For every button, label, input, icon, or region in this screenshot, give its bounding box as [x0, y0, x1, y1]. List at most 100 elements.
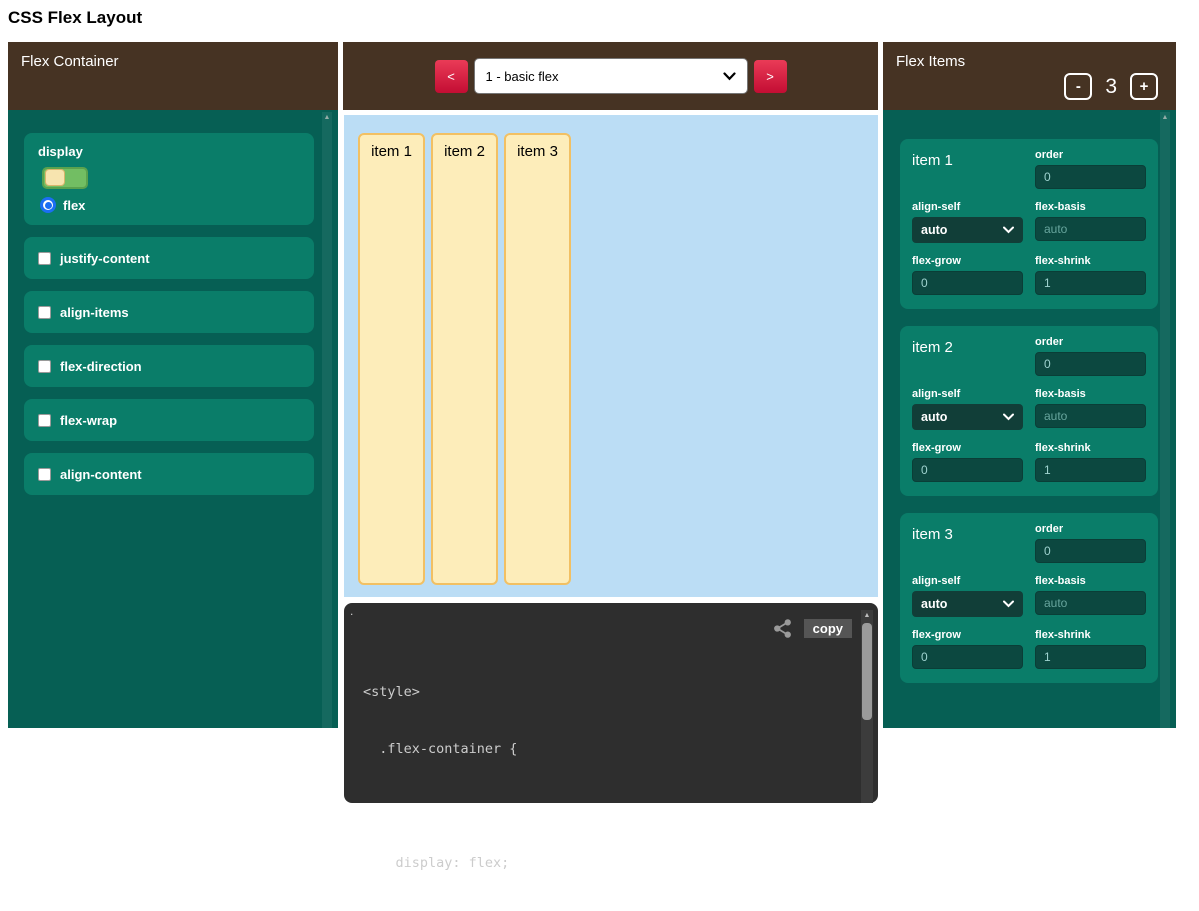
- order-input[interactable]: [1035, 352, 1146, 376]
- example-select[interactable]: 1 - basic flex: [474, 58, 748, 94]
- scroll-up-arrow-icon[interactable]: ▲: [861, 610, 873, 621]
- order-label: order: [1035, 336, 1146, 348]
- item-name: item 2: [912, 336, 1023, 376]
- align-self-select[interactable]: auto: [912, 217, 1023, 243]
- order-input[interactable]: [1035, 165, 1146, 189]
- flex-preview-item-1: item 1: [358, 133, 425, 585]
- display-label: display: [38, 144, 300, 159]
- flex-preview-container: item 1 item 2 item 3: [344, 115, 878, 597]
- property-label: justify-content: [60, 251, 150, 266]
- flex-grow-input[interactable]: [912, 458, 1023, 482]
- flex-grow-label: flex-grow: [912, 629, 1023, 641]
- order-label: order: [1035, 523, 1146, 535]
- align-self-value: auto: [921, 410, 947, 424]
- next-example-button[interactable]: >: [754, 60, 787, 93]
- property-card-align-items[interactable]: align-items: [24, 291, 314, 333]
- right-panel-scrollbar[interactable]: ▲: [1160, 112, 1170, 728]
- flex-items-panel-header: Flex Items - 3 +: [883, 42, 1176, 110]
- flex-items-panel: Flex Items - 3 + item 1 order align-self…: [883, 42, 1176, 728]
- flex-basis-input[interactable]: [1035, 217, 1146, 241]
- property-card-align-content[interactable]: align-content: [24, 453, 314, 495]
- radio-icon: [40, 197, 56, 213]
- align-self-select[interactable]: auto: [912, 404, 1023, 430]
- flex-shrink-label: flex-shrink: [1035, 629, 1146, 641]
- order-input[interactable]: [1035, 539, 1146, 563]
- flex-shrink-label: flex-shrink: [1035, 255, 1146, 267]
- code-line: <style>: [363, 683, 517, 702]
- checkbox-icon[interactable]: [38, 468, 51, 481]
- flex-shrink-label: flex-shrink: [1035, 442, 1146, 454]
- property-card-justify-content[interactable]: justify-content: [24, 237, 314, 279]
- display-card: display flex: [24, 133, 314, 225]
- code-line: display: flex;: [363, 854, 517, 873]
- scroll-up-arrow-icon[interactable]: ▲: [1160, 112, 1170, 123]
- item-count-controls: - 3 +: [896, 73, 1158, 100]
- flex-container-panel: Flex Container display flex justify-cont…: [8, 42, 338, 728]
- share-icon[interactable]: [772, 618, 793, 639]
- align-self-value: auto: [921, 597, 947, 611]
- chevron-down-icon: [1003, 413, 1014, 421]
- item-card-2: item 2 order align-self auto flex-basis: [900, 326, 1158, 496]
- property-card-flex-direction[interactable]: flex-direction: [24, 345, 314, 387]
- align-self-select[interactable]: auto: [912, 591, 1023, 617]
- item-count: 3: [1105, 75, 1117, 99]
- code-dot: .: [350, 604, 353, 618]
- code-line: .flex-container {: [363, 740, 517, 759]
- property-label: flex-direction: [60, 359, 142, 374]
- code-line: [363, 797, 517, 816]
- prev-example-button[interactable]: <: [435, 60, 468, 93]
- code-scrollbar[interactable]: ▲: [861, 610, 873, 803]
- flex-basis-label: flex-basis: [1035, 575, 1146, 587]
- checkbox-icon[interactable]: [38, 360, 51, 373]
- flex-basis-label: flex-basis: [1035, 388, 1146, 400]
- property-label: flex-wrap: [60, 413, 117, 428]
- display-flex-radio-label: flex: [63, 198, 85, 213]
- flex-container-panel-body: display flex justify-content align-items…: [8, 110, 338, 728]
- chevron-down-icon: [1003, 600, 1014, 608]
- flex-items-panel-title: Flex Items: [896, 53, 1163, 70]
- order-label: order: [1035, 149, 1146, 161]
- example-select-value: 1 - basic flex: [486, 69, 559, 84]
- example-nav-bar: < 1 - basic flex >: [343, 42, 878, 110]
- align-self-label: align-self: [912, 388, 1023, 400]
- copy-button[interactable]: copy: [804, 619, 852, 638]
- align-self-value: auto: [921, 223, 947, 237]
- flex-grow-label: flex-grow: [912, 442, 1023, 454]
- item-name: item 1: [912, 149, 1023, 189]
- flex-basis-input[interactable]: [1035, 591, 1146, 615]
- code-panel: . copy <style> .flex-container { display…: [344, 603, 878, 803]
- radio-dot: [45, 202, 52, 209]
- flex-shrink-input[interactable]: [1035, 271, 1146, 295]
- flex-grow-input[interactable]: [912, 271, 1023, 295]
- flex-preview-item-2: item 2: [431, 133, 498, 585]
- page-title: CSS Flex Layout: [8, 8, 142, 28]
- property-card-flex-wrap[interactable]: flex-wrap: [24, 399, 314, 441]
- property-label: align-items: [60, 305, 129, 320]
- display-flex-radio[interactable]: flex: [40, 197, 300, 213]
- item-name: item 3: [912, 523, 1023, 563]
- flex-grow-input[interactable]: [912, 645, 1023, 669]
- add-item-button[interactable]: +: [1130, 73, 1158, 100]
- item-card-1: item 1 order align-self auto flex-basis: [900, 139, 1158, 309]
- left-panel-scrollbar[interactable]: ▲: [322, 112, 332, 728]
- flex-shrink-input[interactable]: [1035, 645, 1146, 669]
- code-toolbar: copy: [772, 618, 852, 639]
- flex-container-panel-title: Flex Container: [21, 53, 119, 70]
- align-self-label: align-self: [912, 201, 1023, 213]
- checkbox-icon[interactable]: [38, 414, 51, 427]
- checkbox-icon[interactable]: [38, 306, 51, 319]
- display-toggle[interactable]: [42, 167, 88, 189]
- scroll-up-arrow-icon[interactable]: ▲: [322, 112, 332, 123]
- flex-items-panel-body: item 1 order align-self auto flex-basis: [883, 110, 1176, 728]
- align-self-label: align-self: [912, 575, 1023, 587]
- checkbox-icon[interactable]: [38, 252, 51, 265]
- flex-preview-item-3: item 3: [504, 133, 571, 585]
- item-card-3: item 3 order align-self auto flex-basis: [900, 513, 1158, 683]
- preview-column: < 1 - basic flex > item 1 item 2 item 3 …: [343, 42, 878, 728]
- flex-basis-label: flex-basis: [1035, 201, 1146, 213]
- remove-item-button[interactable]: -: [1064, 73, 1092, 100]
- scrollbar-thumb[interactable]: [862, 623, 872, 720]
- flex-shrink-input[interactable]: [1035, 458, 1146, 482]
- flex-basis-input[interactable]: [1035, 404, 1146, 428]
- chevron-down-icon: [1003, 226, 1014, 234]
